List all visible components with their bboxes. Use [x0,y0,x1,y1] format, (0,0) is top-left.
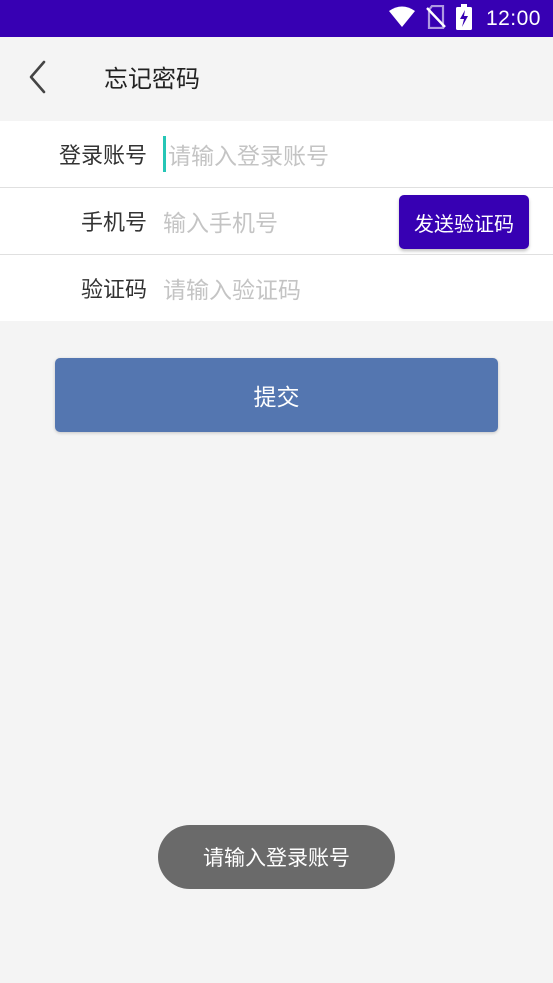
back-button[interactable] [16,57,60,101]
page-title: 忘记密码 [104,65,200,93]
status-icons: 12:00 [388,3,541,34]
submit-button[interactable]: 提交 [55,358,498,432]
phone-placeholder: 输入手机号 [163,211,278,237]
code-input[interactable]: 请输入验证码 [163,266,553,310]
account-label: 登录账号 [58,144,147,169]
app-bar: 忘记密码 [0,37,553,121]
account-placeholder: 请输入登录账号 [168,144,329,170]
text-cursor [163,136,166,172]
code-placeholder: 请输入验证码 [163,278,301,304]
battery-charging-icon [455,3,472,34]
phone-label: 手机号 [80,211,147,236]
toast-message: 请输入登录账号 [158,825,395,889]
no-sim-icon [426,4,446,33]
code-row: 验证码 请输入验证码 [0,255,553,321]
account-row: 登录账号 请输入登录账号 [0,121,553,188]
status-time: 12:00 [485,6,541,30]
status-bar: 12:00 [0,0,553,37]
chevron-left-icon [28,60,48,98]
wifi-icon [388,6,416,32]
phone-row: 手机号 输入手机号 发送验证码 [0,188,553,255]
send-code-button[interactable]: 发送验证码 [399,195,529,249]
account-input[interactable]: 请输入登录账号 [163,132,553,176]
forgot-password-form: 登录账号 请输入登录账号 手机号 输入手机号 发送验证码 验证码 请输入验证码 [0,121,553,321]
code-label: 验证码 [80,278,147,303]
